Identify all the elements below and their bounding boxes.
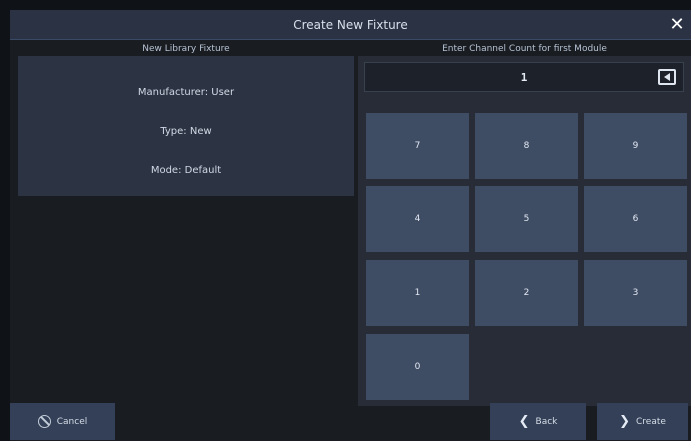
back-label: Back <box>535 416 558 427</box>
key-5[interactable]: 5 <box>475 186 578 252</box>
cancel-button[interactable]: Cancel <box>10 403 115 440</box>
fixture-info-panel: Manufacturer: User Type: New Mode: Defau… <box>18 56 354 196</box>
key-2[interactable]: 2 <box>475 260 578 326</box>
key-1[interactable]: 1 <box>366 260 469 326</box>
cancel-label: Cancel <box>56 416 88 427</box>
type-label: Type: New <box>160 126 212 137</box>
window-title: Create New Fixture <box>293 17 408 32</box>
close-icon[interactable]: ✕ <box>665 13 689 37</box>
key-9[interactable]: 9 <box>584 113 687 179</box>
mode-label: Mode: Default <box>150 165 222 176</box>
channel-count-panel: 1 7 8 9 4 5 6 1 2 3 0 <box>358 56 691 406</box>
back-button[interactable]: ❮ Back <box>490 403 586 440</box>
key-7[interactable]: 7 <box>366 113 469 179</box>
create-button[interactable]: ❯ Create <box>597 403 688 440</box>
channel-count-value: 1 <box>520 70 528 84</box>
key-6[interactable]: 6 <box>584 186 687 252</box>
key-0[interactable]: 0 <box>366 334 469 400</box>
create-label: Create <box>636 416 666 427</box>
chevron-left-icon: ❮ <box>518 414 530 429</box>
chevron-right-icon: ❯ <box>619 414 630 429</box>
title-bar: Create New Fixture ✕ <box>10 10 691 40</box>
backspace-icon[interactable] <box>658 69 676 85</box>
cancel-icon <box>37 415 51 428</box>
manufacturer-label: Manufacturer: User <box>137 87 235 98</box>
create-fixture-window: Create New Fixture ✕ New Library Fixture… <box>10 10 691 441</box>
key-8[interactable]: 8 <box>475 113 578 179</box>
key-4[interactable]: 4 <box>366 186 469 252</box>
channel-count-input[interactable]: 1 <box>364 62 684 92</box>
left-heading: New Library Fixture <box>142 44 230 54</box>
key-3[interactable]: 3 <box>584 260 687 326</box>
right-heading: Enter Channel Count for first Module <box>442 44 607 54</box>
